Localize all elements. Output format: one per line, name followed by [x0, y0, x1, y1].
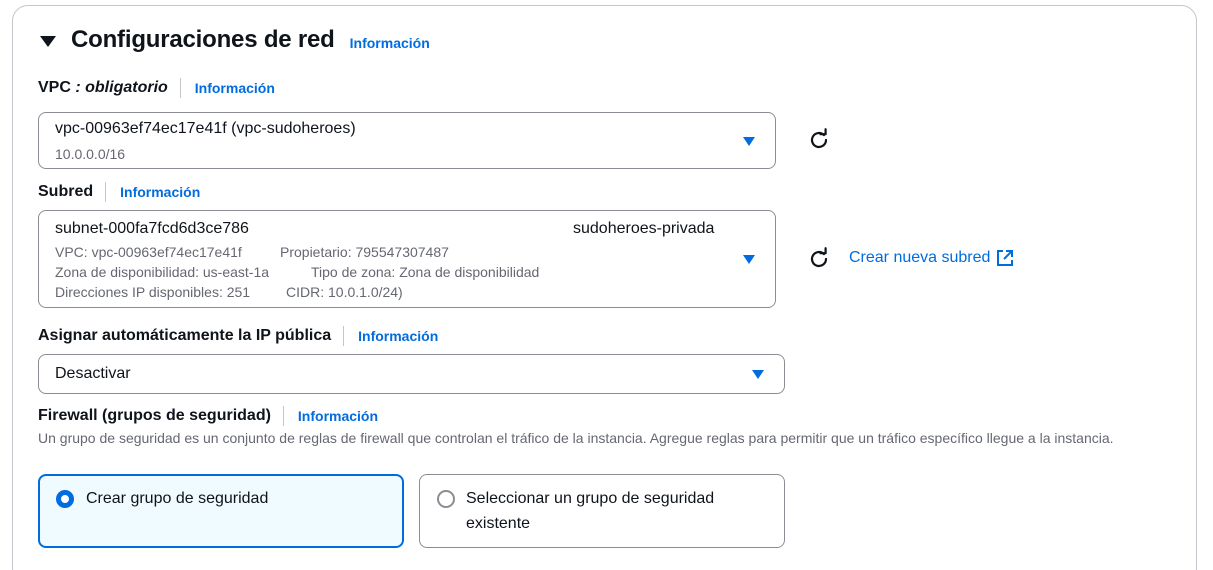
vpc-info-link[interactable]: Información — [195, 80, 275, 96]
create-subnet-link[interactable]: Crear nueva subred — [849, 249, 1014, 267]
caret-down-icon — [743, 137, 755, 146]
subnet-info-link[interactable]: Información — [120, 184, 200, 200]
caret-down-icon — [752, 370, 764, 379]
subnet-selected-value: subnet-000fa7fcd6d3ce786 — [55, 220, 249, 237]
section-title: Configuraciones de red — [71, 26, 335, 53]
radio-unselected-icon[interactable] — [437, 490, 455, 508]
caret-down-icon — [743, 255, 755, 264]
option-label: Crear grupo de seguridad — [86, 490, 269, 507]
create-security-group-option[interactable]: Crear grupo de seguridad — [38, 474, 404, 548]
subnet-zone-type: Tipo de zona: Zona de disponibilidad — [311, 264, 540, 280]
section-info-link[interactable]: Información — [350, 35, 430, 51]
subnet-available-ips: Direcciones IP disponibles: 251 — [55, 284, 251, 300]
firewall-label: Firewall (grupos de seguridad) — [38, 407, 271, 424]
select-existing-security-group-option[interactable]: Seleccionar un grupo de seguridad existe… — [419, 474, 785, 548]
divider — [343, 326, 345, 346]
subnet-vpc: VPC: vpc-00963ef74ec17e41f — [55, 244, 242, 260]
subnet-cidr: CIDR: 10.0.1.0/24) — [286, 284, 403, 300]
subnet-label-row: Subred Información — [38, 182, 200, 202]
firewall-description: Un grupo de seguridad es un conjunto de … — [38, 430, 1114, 446]
vpc-label: VPC : obligatorio — [38, 79, 168, 96]
subnet-owner: Propietario: 795547307487 — [280, 244, 449, 260]
vpc-label-row: VPC : obligatorio Información — [38, 78, 275, 98]
external-link-icon — [997, 250, 1014, 266]
vpc-cidr: 10.0.0.0/16 — [55, 146, 126, 162]
public-ip-select[interactable]: Desactivar — [38, 354, 785, 394]
section-header[interactable]: Configuraciones de red Información — [40, 26, 430, 54]
subnet-label: Subred — [38, 183, 94, 200]
public-ip-label: Asignar automáticamente la IP pública — [38, 327, 332, 344]
divider — [282, 406, 284, 426]
divider — [105, 182, 107, 202]
firewall-label-row: Firewall (grupos de seguridad) Informaci… — [38, 406, 378, 426]
divider — [179, 78, 181, 98]
caret-down-icon[interactable] — [40, 35, 56, 47]
vpc-selected-value: vpc-00963ef74ec17e41f (vpc-sudoheroes) — [55, 120, 356, 137]
subnet-select[interactable]: subnet-000fa7fcd6d3ce786 sudoheroes-priv… — [38, 210, 776, 308]
public-ip-selected-value: Desactivar — [55, 365, 131, 382]
create-subnet-label: Crear nueva subred — [849, 249, 991, 266]
refresh-icon[interactable] — [807, 128, 831, 152]
subnet-az: Zona de disponibilidad: us-east-1a — [55, 264, 270, 280]
option-label: Seleccionar un grupo de seguridad existe… — [466, 490, 715, 532]
vpc-select[interactable]: vpc-00963ef74ec17e41f (vpc-sudoheroes) 1… — [38, 112, 776, 169]
firewall-info-link[interactable]: Información — [298, 408, 378, 424]
public-ip-label-row: Asignar automáticamente la IP pública In… — [38, 326, 438, 346]
subnet-name: sudoheroes-privada — [573, 220, 715, 237]
refresh-icon[interactable] — [807, 247, 831, 271]
public-ip-info-link[interactable]: Información — [358, 328, 438, 344]
radio-selected-icon[interactable] — [56, 490, 74, 508]
